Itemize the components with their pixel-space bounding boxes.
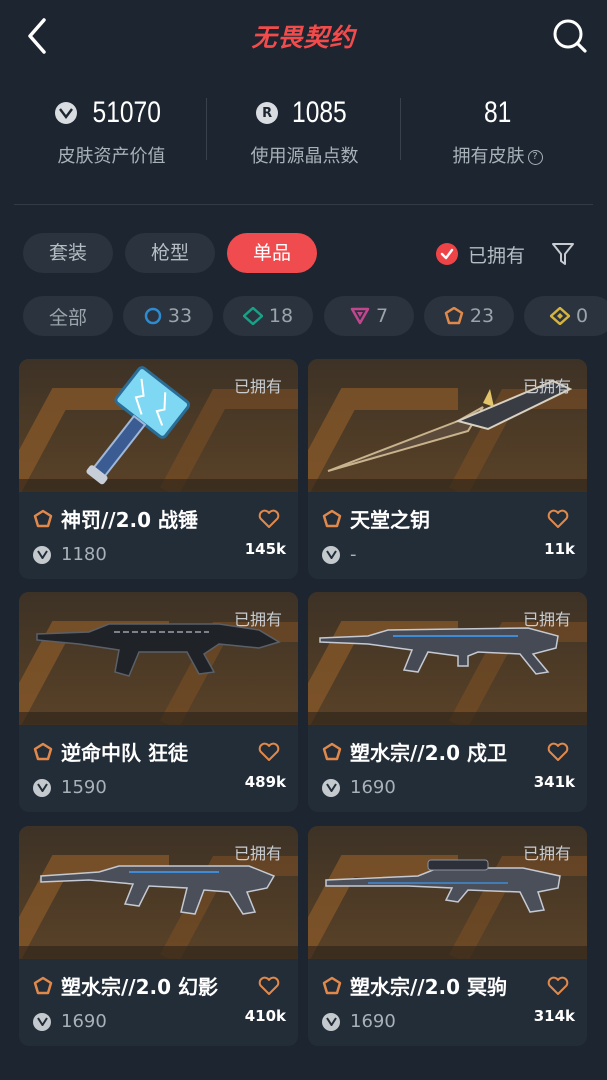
asset-stats: 51070 皮肤资产价值 R 1085 使用源晶点数 81 拥有皮肤? — [0, 88, 607, 180]
like-count: 145k — [244, 540, 286, 558]
skin-price: 1690 — [350, 777, 396, 798]
skin-price: 1690 — [350, 1011, 396, 1032]
stat-skin-value: 51070 皮肤资产价值 — [14, 88, 209, 168]
search-button[interactable] — [551, 17, 589, 55]
vp-coin-icon — [322, 778, 340, 797]
help-icon[interactable]: ? — [527, 149, 543, 165]
owned-label: 已拥有 — [522, 610, 571, 629]
vp-coin-icon — [54, 102, 77, 124]
stat-label: 使用源晶点数 — [250, 146, 359, 167]
heart-icon[interactable] — [258, 742, 280, 762]
chip-exclusive-tier[interactable]: 23 — [424, 296, 514, 336]
filter-icon — [552, 243, 574, 265]
skin-name: 神罚//2.0 战锤 — [61, 508, 199, 532]
vp-coin-icon — [322, 1012, 340, 1031]
like-count: 410k — [244, 1007, 286, 1025]
heart-icon[interactable] — [547, 742, 569, 762]
skin-card[interactable]: 已拥有 塑水宗//2.0 幻影 1690 410k — [19, 826, 298, 1046]
chip-label: 7 — [375, 305, 389, 327]
like-count: 489k — [244, 773, 286, 791]
chip-label: 全部 — [48, 306, 87, 329]
skin-card[interactable]: 已拥有 逆命中队 狂徒 1590 489k — [19, 592, 298, 812]
chip-label: 18 — [268, 305, 294, 327]
stat-skins-owned: 81 拥有皮肤? — [400, 88, 595, 168]
ultra-tier-icon — [549, 307, 570, 325]
stat-value: 51070 — [92, 96, 161, 129]
vp-coin-icon — [33, 545, 51, 564]
skin-name: 天堂之钥 — [350, 508, 430, 532]
exclusive-tier-icon — [444, 307, 464, 325]
owned-label: 已拥有 — [233, 377, 282, 396]
heart-icon[interactable] — [547, 976, 569, 996]
app-title: 无畏契约 — [251, 23, 356, 52]
app-header: 无畏契约 — [0, 0, 607, 76]
stat-label: 皮肤资产价值 — [57, 146, 166, 167]
like-count: 314k — [533, 1007, 575, 1025]
skin-price: 1180 — [61, 544, 107, 565]
owned-label: 已拥有 — [522, 844, 571, 863]
heart-icon[interactable] — [258, 509, 280, 529]
exclusive-tier-icon — [33, 976, 53, 994]
divider — [14, 204, 593, 205]
skin-name: 塑水宗//2.0 冥驹 — [350, 975, 508, 999]
tab-single-item[interactable]: 单品 — [227, 233, 317, 273]
skin-name: 塑水宗//2.0 戍卫 — [350, 741, 508, 765]
skin-price: 1590 — [61, 777, 107, 798]
owned-label: 已拥有 — [233, 844, 282, 863]
stat-value: 1085 — [292, 96, 347, 129]
radianite-icon: R — [256, 102, 279, 124]
filter-button[interactable] — [550, 240, 576, 268]
heart-icon[interactable] — [258, 976, 280, 996]
select-tier-icon — [144, 307, 162, 325]
rarity-filter-bar: 全部 33 18 7 23 0 — [0, 296, 607, 338]
skin-card[interactable]: 已拥有 神罚//2.0 战锤 1180 145k — [19, 359, 298, 579]
stat-label: 拥有皮肤? — [400, 142, 595, 168]
tab-weapon-type[interactable]: 枪型 — [125, 233, 215, 273]
like-count: 11k — [544, 540, 575, 558]
check-icon — [436, 243, 458, 265]
stat-value: 81 — [483, 96, 512, 129]
stat-label-text: 拥有皮肤 — [452, 146, 525, 167]
skin-price: - — [350, 544, 357, 565]
chip-all[interactable]: 全部 — [23, 296, 113, 336]
search-icon — [553, 19, 587, 53]
skin-price: 1690 — [61, 1011, 107, 1032]
premium-tier-icon — [350, 307, 370, 325]
exclusive-tier-icon — [322, 742, 342, 760]
chip-label: 23 — [469, 305, 495, 327]
skin-name: 逆命中队 狂徒 — [61, 741, 188, 765]
exclusive-tier-icon — [322, 509, 342, 527]
chip-deluxe-tier[interactable]: 18 — [223, 296, 313, 336]
stat-radianite-used: R 1085 使用源晶点数 — [207, 88, 402, 168]
exclusive-tier-icon — [33, 509, 53, 527]
chip-label: 0 — [575, 305, 589, 327]
vp-coin-icon — [33, 778, 51, 797]
exclusive-tier-icon — [322, 976, 342, 994]
owned-filter-label: 已拥有 — [468, 244, 526, 267]
skin-card[interactable]: 已拥有 天堂之钥 - 11k — [308, 359, 587, 579]
tab-suits[interactable]: 套装 — [23, 233, 113, 273]
owned-filter-toggle[interactable]: 已拥有 — [436, 240, 525, 268]
like-count: 341k — [533, 773, 575, 791]
heart-icon[interactable] — [547, 509, 569, 529]
skin-card[interactable]: 已拥有 塑水宗//2.0 戍卫 1690 341k — [308, 592, 587, 812]
owned-label: 已拥有 — [522, 377, 571, 396]
exclusive-tier-icon — [33, 742, 53, 760]
chip-label: 33 — [167, 305, 193, 327]
deluxe-tier-icon — [242, 307, 263, 325]
owned-label: 已拥有 — [233, 610, 282, 629]
vp-coin-icon — [322, 545, 340, 564]
vp-coin-icon — [33, 1012, 51, 1031]
skin-card[interactable]: 已拥有 塑水宗//2.0 冥驹 1690 314k — [308, 826, 587, 1046]
chip-premium-tier[interactable]: 7 — [324, 296, 414, 336]
chip-select-tier[interactable]: 33 — [123, 296, 213, 336]
chip-ultra-tier[interactable]: 0 — [524, 296, 607, 336]
skin-name: 塑水宗//2.0 幻影 — [61, 975, 219, 999]
